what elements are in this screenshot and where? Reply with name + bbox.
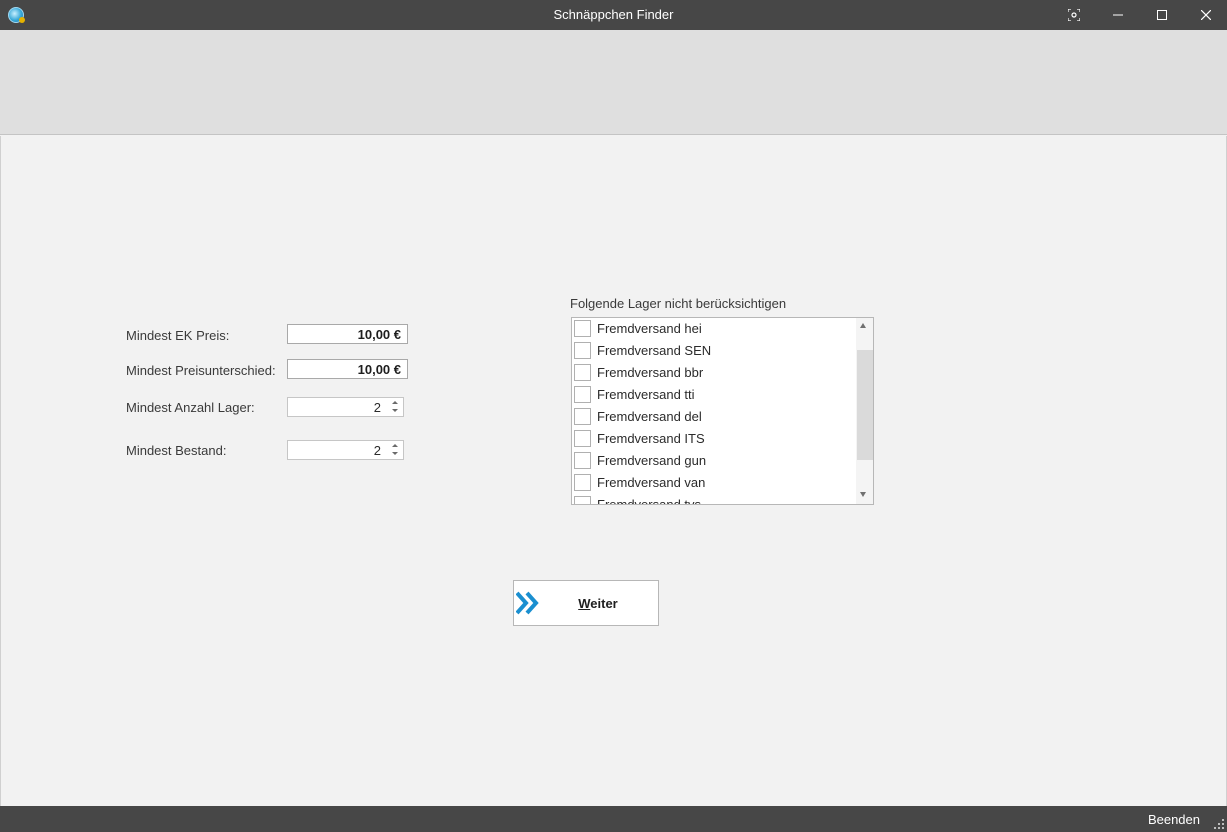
min-ek-label: Mindest EK Preis: (126, 328, 230, 343)
weiter-button[interactable]: Weiter (513, 580, 659, 626)
list-item[interactable]: Fremdversand gun (574, 450, 854, 472)
min-diff-input[interactable]: 10,00 € (287, 359, 408, 379)
spin-arrows[interactable] (389, 399, 401, 415)
list-item-label: Fremdversand ITS (597, 431, 705, 446)
spin-down-icon[interactable] (392, 409, 398, 412)
minimize-icon (1113, 14, 1123, 16)
list-item[interactable]: Fremdversand SEN (574, 340, 854, 362)
list-item[interactable]: Fremdversand del (574, 406, 854, 428)
list-item[interactable]: Fremdversand tvs (574, 494, 854, 505)
close-button[interactable] (1184, 0, 1227, 30)
min-bestand-label: Mindest Bestand: (126, 443, 227, 458)
checkbox[interactable] (574, 386, 591, 403)
list-item[interactable]: Fremdversand bbr (574, 362, 854, 384)
list-item[interactable]: Fremdversand tti (574, 384, 854, 406)
scroll-up-icon[interactable] (860, 323, 866, 328)
list-item-label: Fremdversand van (597, 475, 706, 490)
checkbox[interactable] (574, 474, 591, 491)
list-item-label: Fremdversand tvs (597, 497, 702, 505)
list-item-label: Fremdversand gun (597, 453, 707, 468)
checkbox[interactable] (574, 364, 591, 381)
min-lager-value: 2 (373, 400, 381, 415)
min-lager-label: Mindest Anzahl Lager: (126, 400, 255, 415)
weiter-label: Weiter (578, 596, 618, 611)
main-content: Mindest EK Preis: 10,00 € Mindest Preisu… (0, 136, 1227, 806)
list-item-label: Fremdversand tti (597, 387, 695, 402)
checkbox[interactable] (574, 496, 591, 504)
maximize-button[interactable] (1140, 0, 1184, 30)
spin-up-icon[interactable] (392, 444, 398, 447)
title-bar: Schnäppchen Finder (0, 0, 1227, 30)
spin-arrows[interactable] (389, 442, 401, 458)
list-item-label: Fremdversand hei (597, 321, 702, 336)
min-bestand-stepper[interactable]: 2 (287, 440, 404, 460)
checkbox[interactable] (574, 408, 591, 425)
checkbox[interactable] (574, 342, 591, 359)
scroll-thumb[interactable] (857, 350, 873, 460)
list-item-label: Fremdversand bbr (597, 365, 704, 380)
checkbox[interactable] (574, 320, 591, 337)
lager-checklist[interactable]: Fremdversand hei Fremdversand SEN Fremdv… (571, 317, 874, 505)
list-item-label: Fremdversand del (597, 409, 702, 424)
min-ek-input[interactable]: 10,00 € (287, 324, 408, 344)
min-bestand-value: 2 (373, 443, 381, 458)
list-item-label: Fremdversand SEN (597, 343, 712, 358)
list-item[interactable]: Fremdversand ITS (574, 428, 854, 450)
list-scrollbar[interactable] (856, 318, 873, 504)
focus-mode-button[interactable] (1052, 0, 1096, 30)
minimize-button[interactable] (1096, 0, 1140, 30)
list-item[interactable]: Fremdversand hei (574, 318, 854, 340)
scroll-down-icon[interactable] (860, 492, 866, 497)
beenden-button[interactable]: Beenden (1148, 812, 1200, 827)
window-title: Schnäppchen Finder (553, 7, 674, 22)
ribbon-area (0, 30, 1227, 135)
min-diff-label: Mindest Preisunterschied: (126, 363, 276, 378)
resize-grip-icon[interactable] (1214, 819, 1224, 829)
min-lager-stepper[interactable]: 2 (287, 397, 404, 417)
lager-caption: Folgende Lager nicht berücksichtigen (570, 296, 787, 311)
checkbox[interactable] (574, 430, 591, 447)
maximize-icon (1157, 10, 1167, 20)
focus-icon (1068, 9, 1080, 21)
close-icon (1201, 10, 1211, 20)
spin-up-icon[interactable] (392, 401, 398, 404)
checkbox[interactable] (574, 452, 591, 469)
status-bar: Beenden (0, 806, 1227, 832)
spin-down-icon[interactable] (392, 452, 398, 455)
list-item[interactable]: Fremdversand van (574, 472, 854, 494)
